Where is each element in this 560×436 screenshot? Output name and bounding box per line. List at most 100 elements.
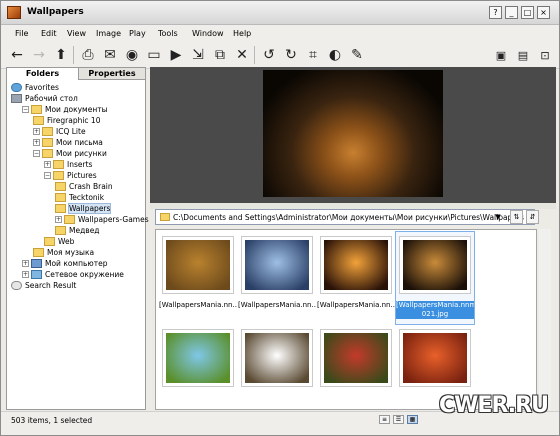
tree-item[interactable]: + ICQ Lite [33,126,86,137]
menu-help[interactable]: Help [233,29,251,38]
rotate-right-icon[interactable]: ↻ [281,45,301,65]
window-title: Wallpapers [27,7,84,17]
crop-icon[interactable]: ⌗ [303,45,323,65]
menu-file[interactable]: File [15,29,28,38]
tree-item[interactable]: + Мои письма [33,137,103,148]
color-adjust-icon[interactable]: ◐ [325,45,345,65]
chevron-down-icon[interactable]: ▼ [492,211,504,223]
tree-item[interactable]: + Сетевое окружение [22,269,124,280]
view-list-icon[interactable]: ≡ [379,415,390,424]
delete-icon[interactable]: ✕ [232,45,252,65]
tree-item-label: ICQ Lite [56,127,86,136]
copy-to-folder-icon[interactable]: ⧉ [210,45,230,65]
path-field[interactable]: C:\Documents and Settings\Administrator\… [155,209,535,225]
thumbnail[interactable] [162,329,234,387]
tree-item[interactable]: Web [44,236,74,247]
sort-button[interactable]: ⇅ [510,210,523,224]
up-folder-icon[interactable]: ⬆ [51,45,71,65]
slideshow-icon[interactable]: ▶ [166,45,186,65]
folder-icon [42,149,53,158]
menu-edit[interactable]: Edit [41,29,57,38]
tree-item[interactable]: + Мой компьютер [22,258,107,269]
path-text: C:\Documents and Settings\Administrator\… [173,212,524,222]
tree-item[interactable]: Моя музыка [33,247,94,258]
thumbnail[interactable] [320,329,392,387]
email-icon[interactable]: ✉ [100,45,120,65]
rotate-left-icon[interactable]: ↺ [259,45,279,65]
tree-item-label: Мой компьютер [45,259,108,268]
thumbnail[interactable] [241,236,313,294]
tree-item[interactable]: Favorites [11,82,59,93]
close-button[interactable]: × [537,6,550,19]
minimize-button[interactable]: _ [505,6,518,19]
tab-properties[interactable]: Properties [79,68,145,80]
tab-folders[interactable]: Folders [7,68,79,80]
menu-window[interactable]: Window [192,29,224,38]
expand-icon[interactable]: + [44,161,51,168]
thumbnail[interactable] [399,236,471,294]
fullscreen-icon[interactable]: ⊡ [535,45,555,65]
collapse-icon[interactable]: − [44,172,51,179]
tree-item[interactable]: − Мои документы [22,104,108,115]
tree-item[interactable]: − Pictures [44,170,97,181]
tree-item[interactable]: Tecktonik [55,192,104,203]
collapse-icon[interactable]: − [22,106,29,113]
forward-arrow-icon[interactable]: → [29,45,49,65]
expand-icon[interactable]: + [55,216,62,223]
folder-icon [160,213,170,221]
expand-icon[interactable]: + [22,260,29,267]
sort-order-button[interactable]: ⇵ [526,210,539,224]
tree-item[interactable]: Рабочий стол [11,93,78,104]
help-button[interactable]: ? [489,6,502,19]
print-icon[interactable]: ⎙ [78,45,98,65]
folder-icon [64,215,75,224]
tree-item-label: Wallpapers-Games [78,215,149,224]
move-to-folder-icon[interactable]: ⇲ [188,45,208,65]
tree-item[interactable]: Crash Brain [55,181,113,192]
thumbnail-image [324,240,388,290]
toolbar-separator [73,46,74,64]
tree-item-label: Inserts [67,160,93,169]
thumbnail[interactable] [399,329,471,387]
title-bar[interactable]: Wallpapers ? _ □ × [1,1,559,25]
menu-play[interactable]: Play [129,29,146,38]
thumbnail[interactable] [162,236,234,294]
view-thumbnails-icon[interactable]: ▦ [407,415,418,424]
preview-toggle-icon[interactable]: ▣ [491,45,511,65]
thumbnail[interactable] [241,329,313,387]
menu-view[interactable]: View [67,29,86,38]
back-arrow-icon[interactable]: ← [7,45,27,65]
maximize-button[interactable]: □ [521,6,534,19]
tree-item[interactable]: Медвед [55,225,100,236]
filmstrip-icon[interactable]: ▭ [144,45,164,65]
preview-image[interactable] [263,70,443,197]
toolbar: ← → ⬆ ⎙ ✉ ◉ ▭ ▶ ⇲ ⧉ ✕ ↺ ↻ ⌗ ◐ ✎ ▣ ▤ ⊡ [1,41,559,69]
expand-icon[interactable]: + [22,271,29,278]
menu-tools[interactable]: Tools [158,29,178,38]
folder-icon [42,138,53,147]
tree-item[interactable]: Firegraphic 10 [33,115,100,126]
cd-icon[interactable]: ◉ [122,45,142,65]
collapse-icon[interactable]: − [33,150,40,157]
folder-icon [42,127,53,136]
thumbnail[interactable] [320,236,392,294]
tree-item[interactable]: + Wallpapers-Games [55,214,149,225]
app-window: Wallpapers ? _ □ × File Edit View Image … [0,0,560,436]
expand-icon[interactable]: + [33,139,40,146]
edit-pencil-icon[interactable]: ✎ [347,45,367,65]
menu-image[interactable]: Image [96,29,121,38]
tree-item[interactable]: − Мои рисунки [33,148,107,159]
main-panel: C:\Documents and Settings\Administrator\… [150,67,556,410]
thumbnail-image [166,240,230,290]
expand-icon[interactable]: + [33,128,40,135]
tree-item-label: Мои документы [45,105,108,114]
tree-item-label: Search Result [25,281,77,290]
zoom-slider[interactable] [539,229,551,410]
thumbnail-image [166,333,230,383]
panels-icon[interactable]: ▤ [513,45,533,65]
view-details-icon[interactable]: ☰ [393,415,404,424]
tree-item[interactable]: + Inserts [44,159,92,170]
tree-item-label: Pictures [67,171,97,180]
tree-item[interactable]: Search Result [11,280,76,291]
tree-item[interactable]: Wallpapers [55,203,112,214]
